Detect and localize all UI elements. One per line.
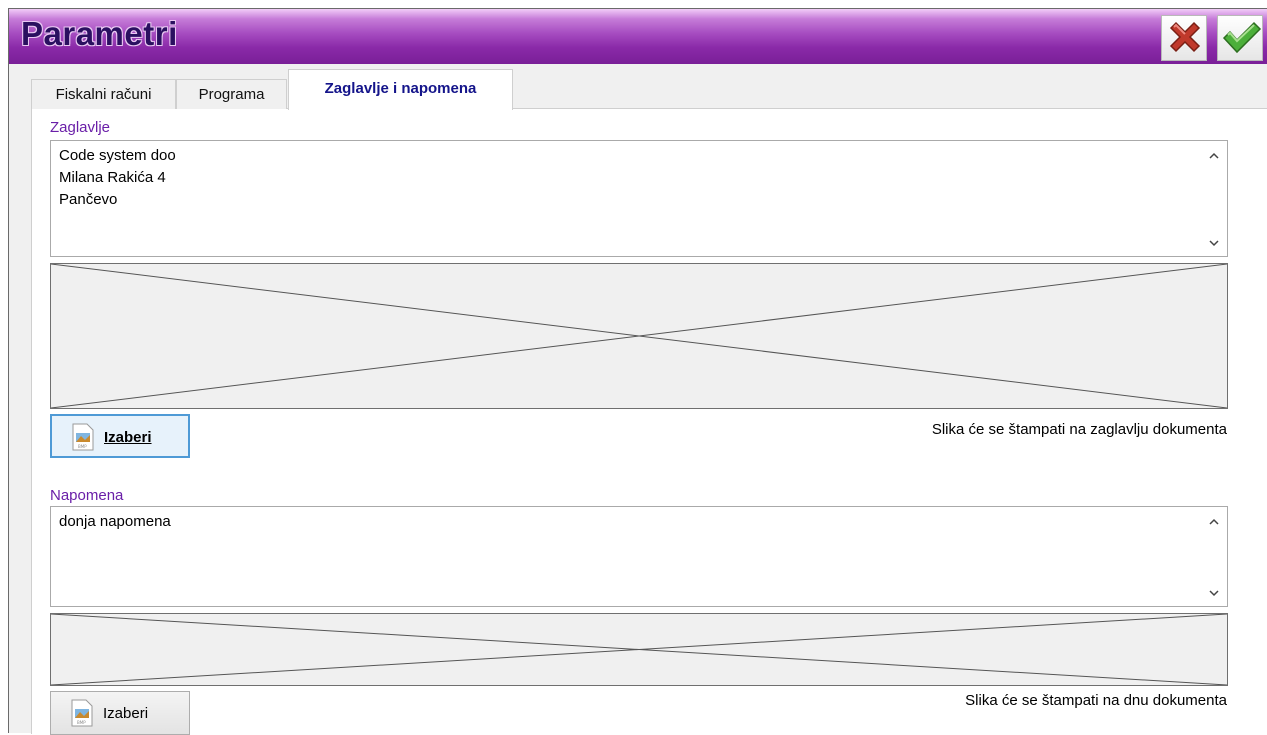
bmp-image-icon: BMP <box>71 699 93 727</box>
svg-text:BMP: BMP <box>77 720 86 725</box>
tab-panel: Zaglavlje Code system doo Milana Rakića … <box>31 109 1267 735</box>
scroll-up-icon[interactable] <box>1207 515 1221 529</box>
footer-choose-image-button[interactable]: BMP Izaberi <box>50 691 190 735</box>
tab-bar: Fiskalni računi Programa Zaglavlje i nap… <box>31 69 1267 110</box>
header-choose-image-label: Izaberi <box>104 429 152 446</box>
close-x-icon <box>1169 21 1201 53</box>
empty-image-cross-icon <box>51 614 1227 685</box>
empty-image-cross-icon <box>51 264 1227 408</box>
header-text-memo[interactable]: Code system doo Milana Rakića 4 Pančevo <box>50 140 1228 257</box>
footer-section-label: Napomena <box>50 487 124 504</box>
ok-button[interactable] <box>1217 15 1263 61</box>
header-image-hint: Slika će se štampati na zaglavlju dokume… <box>931 421 1227 438</box>
header-image-placeholder <box>50 263 1228 409</box>
svg-text:BMP: BMP <box>78 444 87 449</box>
checkmark-icon <box>1222 21 1262 54</box>
header-line-2: Milana Rakića 4 <box>59 169 166 186</box>
tab-zaglavlje-i-napomena[interactable]: Zaglavlje i napomena <box>288 69 513 110</box>
header-section-label: Zaglavlje <box>50 119 111 136</box>
cancel-button[interactable] <box>1161 15 1207 61</box>
header-line-1: Code system doo <box>59 147 176 164</box>
header-line-3: Pančevo <box>59 191 118 208</box>
footer-image-hint: Slika će se štampati na dnu dokumenta <box>965 692 1227 709</box>
parameters-window: Parametri Fiskalni računi Programa Zagla… <box>8 8 1267 735</box>
title-bar: Parametri <box>9 9 1267 64</box>
footer-choose-image-label: Izaberi <box>103 705 149 722</box>
scroll-down-icon[interactable] <box>1207 236 1221 250</box>
footer-line-1: donja napomena <box>59 513 171 530</box>
footer-text-memo[interactable]: donja napomena <box>50 506 1228 607</box>
window-title: Parametri <box>21 15 178 52</box>
tab-programa[interactable]: Programa <box>176 79 287 109</box>
bmp-image-icon: BMP <box>72 423 94 451</box>
header-choose-image-button[interactable]: BMP Izaberi <box>50 414 190 458</box>
scroll-up-icon[interactable] <box>1207 149 1221 163</box>
tab-fiskalni-racuni[interactable]: Fiskalni računi <box>31 79 176 109</box>
scroll-down-icon[interactable] <box>1207 586 1221 600</box>
footer-image-placeholder <box>50 613 1228 686</box>
